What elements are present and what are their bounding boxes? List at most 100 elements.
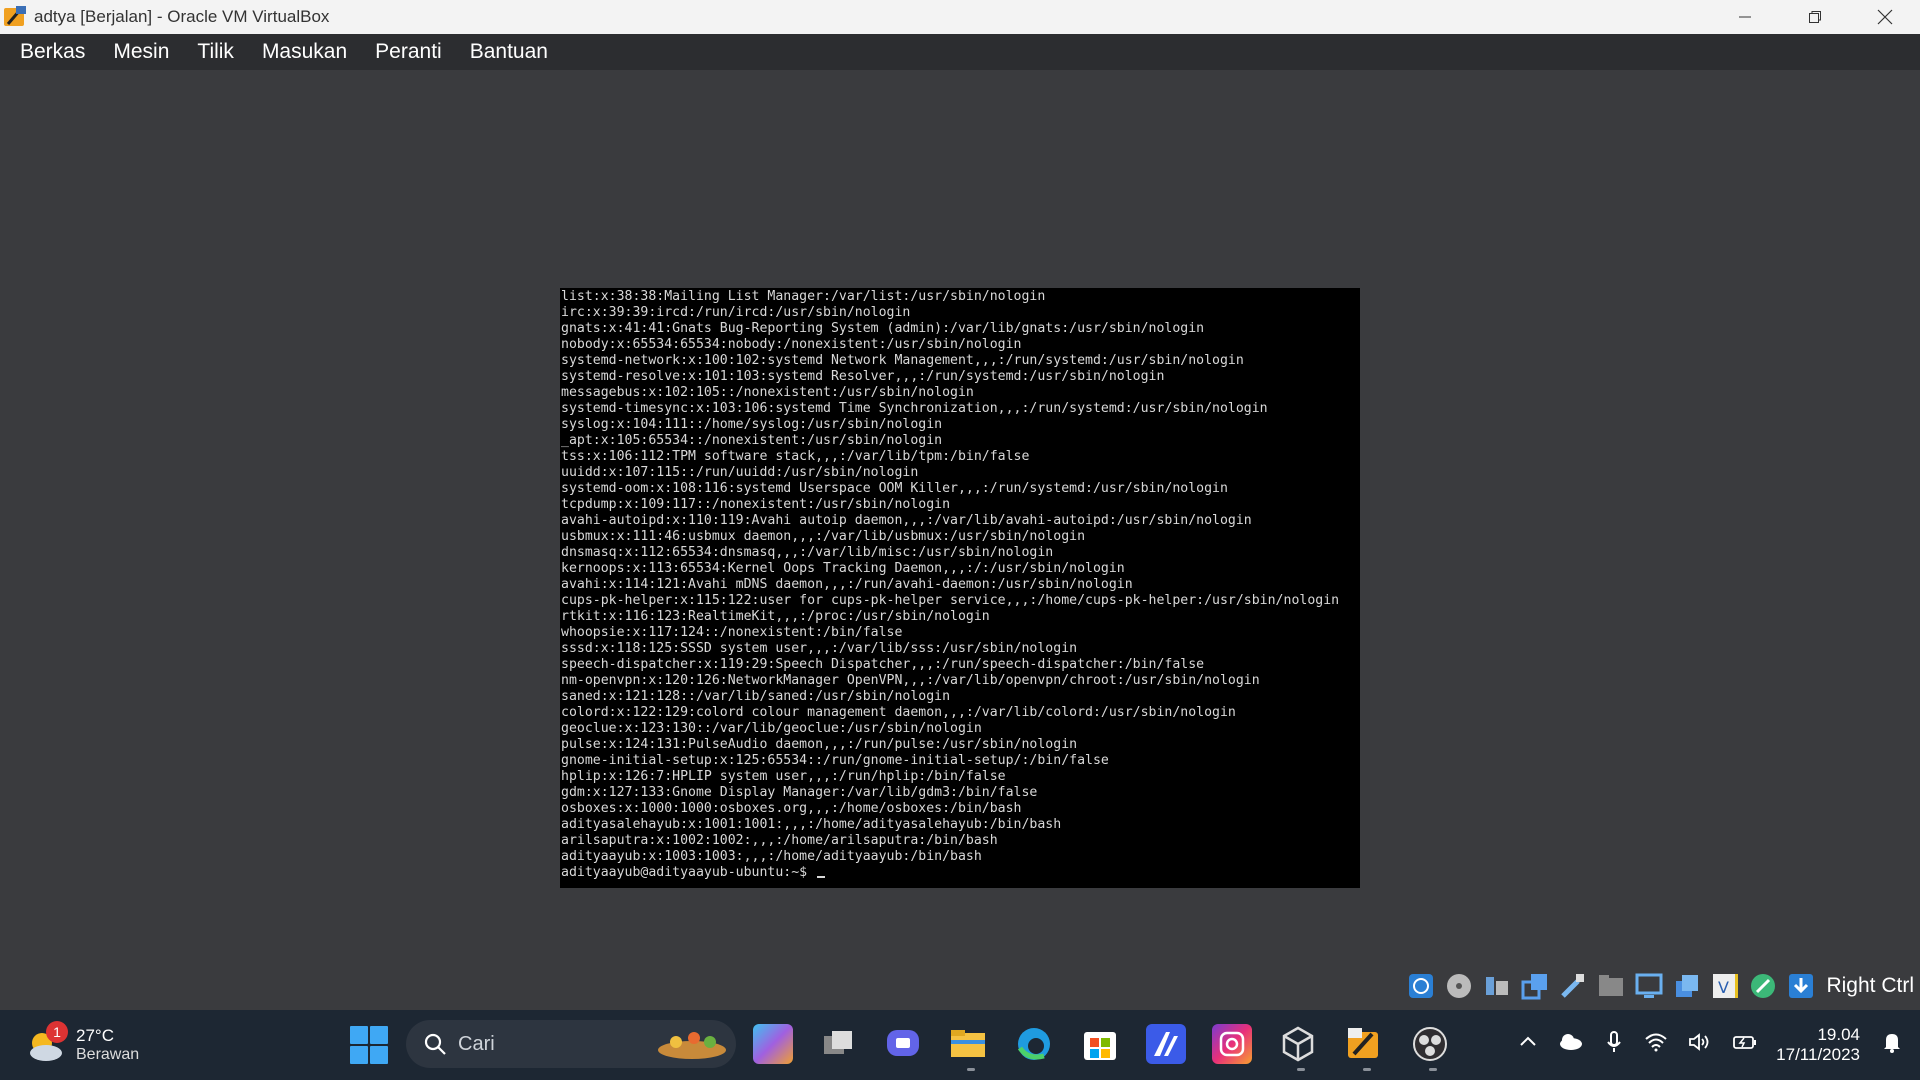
terminal-line: list:x:38:38:Mailing List Manager:/var/l…	[561, 289, 1046, 304]
window-title: adtya [Berjalan] - Oracle VM VirtualBox	[34, 7, 330, 26]
optical-drive-icon[interactable]	[1444, 971, 1474, 1001]
terminal-line: dnsmasq:x:112:65534:dnsmasq,,,:/var/lib/…	[561, 545, 1054, 560]
windows-logo-tile	[370, 1046, 388, 1064]
onedrive-icon[interactable]	[1558, 1032, 1584, 1058]
svg-text:V: V	[1718, 978, 1729, 997]
usb-icon[interactable]	[1558, 971, 1588, 1001]
vbox-status-bar: V Right Ctrl	[1406, 968, 1920, 1004]
running-indicator	[1429, 1068, 1437, 1071]
task-view-icon[interactable]	[818, 1024, 858, 1064]
terminal-cursor	[817, 876, 826, 878]
clock-time: 19.04	[1817, 1025, 1860, 1044]
microphone-icon[interactable]	[1604, 1030, 1624, 1060]
terminal-line: systemd-oom:x:108:116:systemd Userspace …	[561, 481, 1228, 496]
menu-berkas[interactable]: Berkas	[6, 34, 99, 70]
terminal-line: tss:x:106:112:TPM software stack,,,:/var…	[561, 449, 1030, 464]
taskbar-clock[interactable]: 19.04 17/11/2023	[1776, 1025, 1860, 1065]
menu-masukan[interactable]: Masukan	[248, 34, 361, 70]
teams-chat-icon[interactable]	[883, 1024, 923, 1064]
terminal-line: nobody:x:65534:65534:nobody:/nonexistent…	[561, 337, 1022, 352]
terminal-line: adityaayub:x:1003:1003:,,,:/home/adityaa…	[561, 849, 982, 864]
terminal-line: systemd-network:x:100:102:systemd Networ…	[561, 353, 1244, 368]
terminal-line: saned:x:121:128::/var/lib/saned:/usr/sbi…	[561, 689, 951, 704]
volume-icon[interactable]	[1688, 1032, 1712, 1058]
menu-tilik[interactable]: Tilik	[183, 34, 248, 70]
chevron-up-icon[interactable]	[1518, 1032, 1538, 1058]
terminal-line: uuidd:x:107:115::/run/uuidd:/usr/sbin/no…	[561, 465, 919, 480]
instagram-icon[interactable]	[1212, 1024, 1252, 1064]
terminal-prompt-line: adityaayub@adityaayub-ubuntu:~$	[560, 865, 1360, 881]
menu-bar: Berkas Mesin Tilik Masukan Peranti Bantu…	[0, 34, 1920, 70]
terminal-line: adityasalehayub:x:1001:1001:,,,:/home/ad…	[561, 817, 1062, 832]
system-tray: 19.04 17/11/2023	[1508, 1010, 1920, 1080]
obs-studio-icon[interactable]	[1410, 1024, 1450, 1064]
vm-display-area[interactable]: list:x:38:38:Mailing List Manager:/var/l…	[0, 70, 1920, 1010]
weather-temp: 27°C	[76, 1026, 114, 1045]
close-button[interactable]	[1850, 0, 1920, 34]
terminal-line: avahi:x:114:121:Avahi mDNS daemon,,,:/ru…	[561, 577, 1133, 592]
copilot-preview-icon[interactable]	[753, 1024, 793, 1064]
terminal-line: sssd:x:118:125:SSSD system user,,,:/var/…	[561, 641, 1078, 656]
terminal-line: nm-openvpn:x:120:126:NetworkManager Open…	[561, 673, 1260, 688]
weather-widget[interactable]: 1 27°C Berawan	[26, 1020, 226, 1070]
taskbar-search-box[interactable]: Cari	[406, 1020, 736, 1068]
notification-bell-icon[interactable]	[1882, 1031, 1902, 1059]
download-icon[interactable]	[1786, 971, 1816, 1001]
terminal-line: speech-dispatcher:x:119:29:Speech Dispat…	[561, 657, 1205, 672]
terminal-line: avahi-autoipd:x:110:119:Avahi autoip dae…	[561, 513, 1252, 528]
terminal-line: systemd-resolve:x:101:103:systemd Resolv…	[561, 369, 1165, 384]
search-icon	[424, 1033, 446, 1055]
terminal-line: cups-pk-helper:x:115:122:user for cups-p…	[561, 593, 1340, 608]
terminal-line: tcpdump:x:109:117::/nonexistent:/usr/sbi…	[561, 497, 951, 512]
display-icon[interactable]	[1634, 971, 1664, 1001]
host-key-label: Right Ctrl	[1826, 974, 1914, 997]
terminal-line: systemd-timesync:x:103:106:systemd Time …	[561, 401, 1268, 416]
terminal-line: gnome-initial-setup:x:125:65534::/run/gn…	[561, 753, 1109, 768]
network-icon[interactable]	[1520, 971, 1550, 1001]
windows-taskbar: 1 27°C Berawan Cari 19.04 17/11/2023	[0, 1010, 1920, 1080]
start-button[interactable]	[350, 1026, 388, 1064]
edge-browser-icon[interactable]	[1014, 1024, 1054, 1064]
shared-folder-icon[interactable]	[1596, 971, 1626, 1001]
app-a-icon[interactable]	[1146, 1024, 1186, 1064]
running-indicator	[1363, 1068, 1371, 1071]
terminal-line: syslog:x:104:111::/home/syslog:/usr/sbin…	[561, 417, 943, 432]
windows-logo-tile	[370, 1026, 388, 1044]
terminal-line: pulse:x:124:131:PulseAudio daemon,,,:/ru…	[561, 737, 1078, 752]
running-indicator	[967, 1068, 975, 1071]
file-explorer-icon[interactable]	[948, 1024, 988, 1064]
terminal-line: osboxes:x:1000:1000:osboxes.org,,,:/home…	[561, 801, 1022, 816]
terminal-line: gdm:x:127:133:Gnome Display Manager:/var…	[561, 785, 1038, 800]
vt-x-icon[interactable]: V	[1710, 971, 1740, 1001]
terminal-line: gnats:x:41:41:Gnats Bug-Reporting System…	[561, 321, 1205, 336]
minimize-button[interactable]	[1710, 0, 1780, 34]
audio-icon[interactable]	[1482, 971, 1512, 1001]
menu-bantuan[interactable]: Bantuan	[456, 34, 562, 70]
virtualbox-cube-icon[interactable]	[1278, 1024, 1318, 1064]
menu-peranti[interactable]: Peranti	[361, 34, 456, 70]
recording-icon[interactable]	[1672, 971, 1702, 1001]
search-placeholder: Cari	[458, 1032, 495, 1055]
cloudy-weather-icon: 1	[26, 1021, 68, 1065]
terminal-line: hplip:x:126:7:HPLIP system user,,,:/run/…	[561, 769, 1006, 784]
terminal-line: _apt:x:105:65534::/nonexistent:/usr/sbin…	[561, 433, 943, 448]
terminal-line: rtkit:x:116:123:RealtimeKit,,,:/proc:/us…	[561, 609, 990, 624]
terminal-line: usbmux:x:111:46:usbmux daemon,,,:/var/li…	[561, 529, 1086, 544]
search-highlight-icon	[658, 1032, 726, 1059]
close-icon	[1877, 9, 1893, 25]
virtualbox-vm-icon[interactable]	[1344, 1024, 1384, 1064]
menu-mesin[interactable]: Mesin	[99, 34, 183, 70]
battery-icon[interactable]	[1732, 1032, 1758, 1058]
wifi-icon[interactable]	[1644, 1032, 1668, 1058]
window-titlebar: adtya [Berjalan] - Oracle VM VirtualBox	[0, 0, 1920, 34]
terminal-line: arilsaputra:x:1002:1002:,,,:/home/arilsa…	[561, 833, 998, 848]
terminal-line: whoopsie:x:117:124::/nonexistent:/bin/fa…	[561, 625, 903, 640]
windows-logo-tile	[350, 1026, 368, 1044]
hard-disk-icon[interactable]	[1406, 971, 1436, 1001]
mouse-integration-icon[interactable]	[1748, 971, 1778, 1001]
microsoft-store-icon[interactable]	[1080, 1024, 1120, 1064]
terminal-line: messagebus:x:102:105::/nonexistent:/usr/…	[561, 385, 974, 400]
windows-logo-tile	[350, 1046, 368, 1064]
vm-console-terminal[interactable]: list:x:38:38:Mailing List Manager:/var/l…	[560, 288, 1360, 888]
restore-button[interactable]	[1780, 0, 1850, 34]
